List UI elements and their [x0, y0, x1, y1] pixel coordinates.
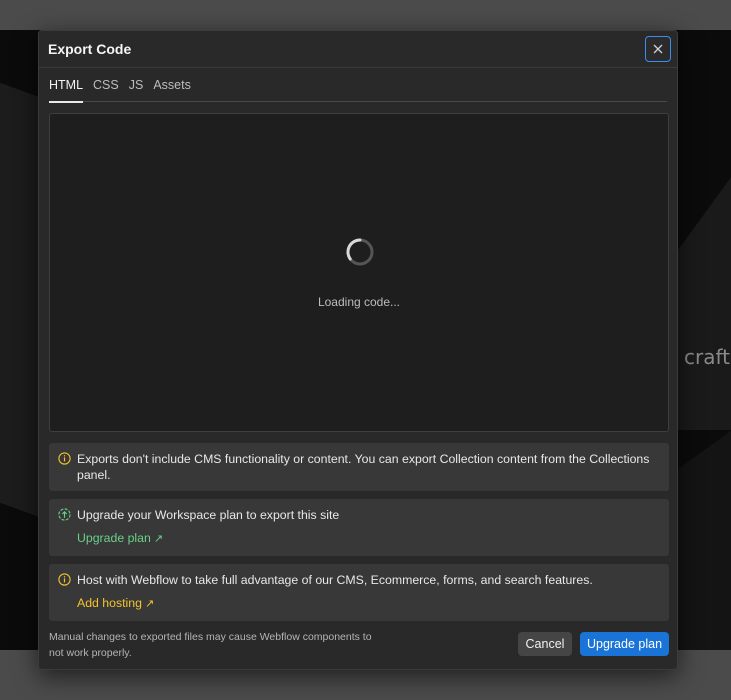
code-viewer[interactable]: Loading code...	[49, 113, 669, 432]
dialog-header: Export Code	[39, 31, 677, 68]
export-code-dialog: Export Code HTML CSS JS Assets Loading c…	[38, 30, 678, 670]
cms-notice: Exports don't include CMS functionality …	[49, 443, 669, 491]
background-text: craft	[684, 345, 731, 369]
cancel-button[interactable]: Cancel	[518, 632, 572, 656]
loading-spinner-icon	[346, 238, 374, 266]
notice-text: Host with Webflow to take full advantage…	[77, 573, 593, 587]
upgrade-plan-button[interactable]: Upgrade plan	[580, 632, 669, 656]
tab-assets[interactable]: Assets	[153, 68, 191, 102]
hosting-notice: Host with Webflow to take full advantage…	[49, 564, 669, 621]
tab-js[interactable]: JS	[129, 68, 144, 102]
link-label: Add hosting	[77, 596, 142, 610]
upgrade-plan-link[interactable]: Upgrade plan ↗	[77, 531, 163, 545]
loading-text: Loading code...	[317, 295, 401, 309]
footer-note: Manual changes to exported files may cau…	[49, 631, 372, 659]
add-hosting-link[interactable]: Add hosting ↗	[77, 596, 154, 610]
dialog-title: Export Code	[48, 41, 132, 57]
background-top-bar	[0, 0, 731, 30]
upgrade-icon	[58, 508, 71, 521]
external-link-icon: ↗	[144, 598, 155, 610]
info-icon	[58, 452, 71, 465]
tab-css[interactable]: CSS	[93, 68, 119, 102]
close-button[interactable]	[645, 36, 671, 62]
info-icon	[58, 573, 71, 586]
tab-bar: HTML CSS JS Assets	[49, 68, 667, 103]
notice-text: Exports don't include CMS functionality …	[77, 452, 650, 482]
upgrade-notice: Upgrade your Workspace plan to export th…	[49, 499, 669, 556]
external-link-icon: ↗	[153, 533, 164, 545]
notice-text: Upgrade your Workspace plan to export th…	[77, 508, 340, 522]
link-label: Upgrade plan	[77, 531, 151, 545]
tab-html[interactable]: HTML	[49, 68, 84, 103]
close-icon	[653, 44, 663, 54]
